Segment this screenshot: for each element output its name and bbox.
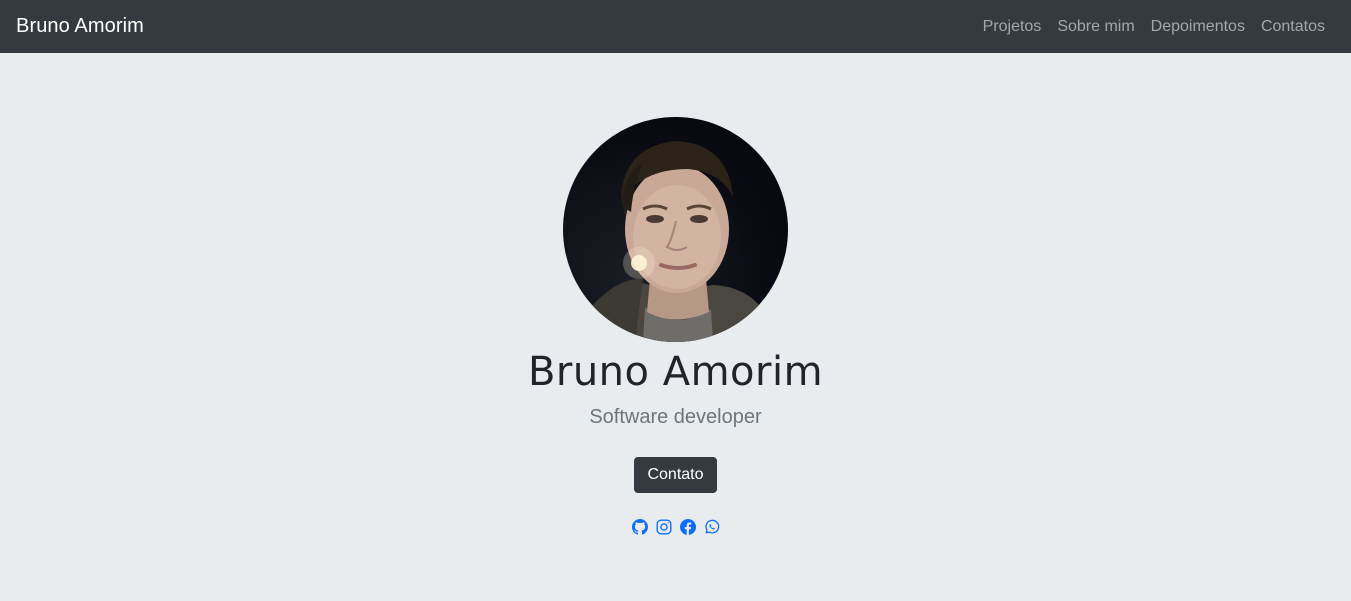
profile-photo-illustration (583, 141, 778, 342)
hero-section: Bruno Amorim Software developer Contato (0, 53, 1351, 601)
facebook-link[interactable] (679, 519, 696, 535)
profile-name: Bruno Amorim (527, 349, 824, 395)
social-links (631, 519, 720, 535)
navbar: Bruno Amorim Projetos Sobre mim Depoimen… (0, 0, 1351, 53)
nav-link-sobre-mim[interactable]: Sobre mim (1049, 18, 1142, 36)
github-link[interactable] (631, 519, 648, 535)
nav-link-depoimentos[interactable]: Depoimentos (1143, 18, 1253, 36)
contato-button[interactable]: Contato (634, 457, 717, 493)
instagram-link[interactable] (656, 519, 672, 535)
nav-link-projetos[interactable]: Projetos (975, 18, 1050, 36)
github-icon (631, 519, 648, 535)
nav-links: Projetos Sobre mim Depoimentos Contatos (975, 18, 1335, 36)
facebook-icon (679, 519, 696, 535)
instagram-icon (656, 519, 672, 535)
profile-photo (563, 117, 788, 342)
profile-subtitle: Software developer (589, 406, 762, 428)
brand-link[interactable]: Bruno Amorim (16, 15, 144, 38)
nav-link-contatos[interactable]: Contatos (1253, 18, 1335, 36)
whatsapp-link[interactable] (704, 519, 720, 535)
whatsapp-icon (704, 519, 719, 534)
